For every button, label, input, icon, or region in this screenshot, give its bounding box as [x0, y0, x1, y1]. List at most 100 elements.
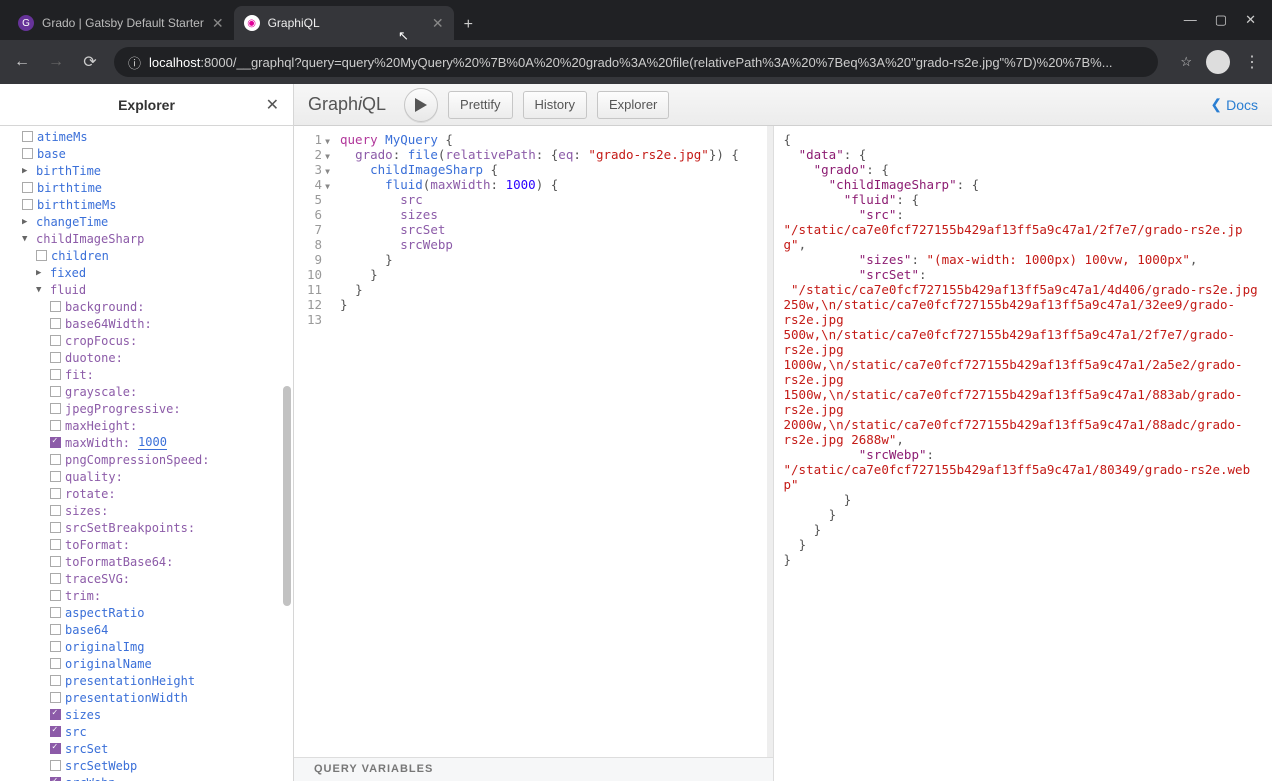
tree-item[interactable]: base: [0, 145, 293, 162]
checkbox[interactable]: [50, 590, 61, 601]
tree-item[interactable]: sizes: [0, 706, 293, 723]
tree-item[interactable]: atimeMs: [0, 128, 293, 145]
code-line[interactable]: srcWebp: [340, 237, 759, 252]
tree-item[interactable]: presentationHeight: [0, 672, 293, 689]
result-viewer[interactable]: { "data": { "grado": { "childImageSharp"…: [774, 126, 1272, 781]
chevron-down-icon[interactable]: ▼: [22, 234, 32, 244]
tree-item[interactable]: presentationWidth: [0, 689, 293, 706]
chevron-right-icon[interactable]: ▶: [36, 268, 46, 278]
tree-item[interactable]: rotate:: [0, 485, 293, 502]
checkbox[interactable]: [22, 131, 33, 142]
tree-item[interactable]: ▶birthTime: [0, 162, 293, 179]
checkbox[interactable]: [50, 658, 61, 669]
checkbox[interactable]: [50, 760, 61, 771]
tree-item[interactable]: base64Width:: [0, 315, 293, 332]
explorer-button[interactable]: Explorer: [597, 91, 669, 119]
code-line[interactable]: sizes: [340, 207, 759, 222]
tree-item[interactable]: srcWebp: [0, 774, 293, 781]
browser-tab[interactable]: ◉GraphiQL✕: [234, 6, 454, 40]
prettify-button[interactable]: Prettify: [448, 91, 512, 119]
forward-button[interactable]: →: [46, 53, 66, 71]
checkbox[interactable]: [50, 471, 61, 482]
execute-button[interactable]: [404, 88, 438, 122]
tree-item[interactable]: traceSVG:: [0, 570, 293, 587]
tab-close-icon[interactable]: ✕: [432, 15, 444, 32]
docs-button[interactable]: ❮ Docs: [1210, 96, 1258, 113]
tree-item[interactable]: originalName: [0, 655, 293, 672]
checkbox[interactable]: [22, 182, 33, 193]
tree-item[interactable]: ▶changeTime: [0, 213, 293, 230]
tree-item[interactable]: srcSetWebp: [0, 757, 293, 774]
explorer-tree[interactable]: atimeMsbase▶birthTimebirthtimebirthtimeM…: [0, 126, 293, 781]
tree-item[interactable]: fit:: [0, 366, 293, 383]
checkbox[interactable]: [50, 386, 61, 397]
checkbox[interactable]: [50, 573, 61, 584]
code-line[interactable]: grado: file(relativePath: {eq: "grado-rs…: [340, 147, 759, 162]
tree-item[interactable]: src: [0, 723, 293, 740]
tree-item[interactable]: trim:: [0, 587, 293, 604]
tree-item[interactable]: children: [0, 247, 293, 264]
code-line[interactable]: srcSet: [340, 222, 759, 237]
close-window-button[interactable]: ✕: [1245, 12, 1256, 28]
tab-close-icon[interactable]: ✕: [212, 15, 224, 32]
tree-item[interactable]: toFormatBase64:: [0, 553, 293, 570]
minimize-button[interactable]: —: [1184, 12, 1197, 28]
tree-item[interactable]: sizes:: [0, 502, 293, 519]
profile-avatar[interactable]: [1206, 50, 1230, 74]
fold-icon[interactable]: ▼: [325, 179, 330, 194]
tree-item[interactable]: pngCompressionSpeed:: [0, 451, 293, 468]
explorer-close-icon[interactable]: ✕: [266, 95, 279, 115]
checkbox[interactable]: [50, 420, 61, 431]
checkbox[interactable]: [50, 318, 61, 329]
code-line[interactable]: src: [340, 192, 759, 207]
checkbox[interactable]: [22, 148, 33, 159]
code-line[interactable]: }: [340, 297, 759, 312]
browser-tab[interactable]: GGrado | Gatsby Default Starter✕: [8, 6, 234, 40]
tree-item[interactable]: srcSet: [0, 740, 293, 757]
code-line[interactable]: }: [340, 282, 759, 297]
tree-item[interactable]: jpegProgressive:: [0, 400, 293, 417]
checkbox[interactable]: [50, 403, 61, 414]
checkbox[interactable]: [50, 777, 61, 781]
checkbox[interactable]: [50, 743, 61, 754]
fold-icon[interactable]: ▼: [325, 149, 330, 164]
tree-item[interactable]: toFormat:: [0, 536, 293, 553]
checkbox[interactable]: [50, 726, 61, 737]
tree-item[interactable]: base64: [0, 621, 293, 638]
tree-item[interactable]: originalImg: [0, 638, 293, 655]
chevron-right-icon[interactable]: ▶: [22, 217, 32, 227]
code-line[interactable]: }: [340, 267, 759, 282]
fold-icon[interactable]: ▼: [325, 164, 330, 179]
tree-item[interactable]: quality:: [0, 468, 293, 485]
checkbox[interactable]: [50, 454, 61, 465]
checkbox[interactable]: [50, 641, 61, 652]
checkbox[interactable]: [50, 675, 61, 686]
tree-item[interactable]: background:: [0, 298, 293, 315]
checkbox[interactable]: [50, 709, 61, 720]
tree-item[interactable]: aspectRatio: [0, 604, 293, 621]
url-field[interactable]: ⓘ localhost:8000/__graphql?query=query%2…: [114, 47, 1158, 77]
checkbox[interactable]: [50, 488, 61, 499]
checkbox[interactable]: [50, 335, 61, 346]
query-editor[interactable]: 1▼2▼3▼4▼5678910111213 query MyQuery { gr…: [294, 126, 773, 757]
tree-item[interactable]: maxHeight:: [0, 417, 293, 434]
checkbox[interactable]: [50, 352, 61, 363]
code-line[interactable]: query MyQuery {: [340, 132, 759, 147]
checkbox[interactable]: [50, 505, 61, 516]
fold-icon[interactable]: ▼: [325, 134, 330, 149]
tree-item-value[interactable]: 1000: [138, 435, 167, 450]
code-line[interactable]: [340, 312, 759, 327]
bookmark-icon[interactable]: ☆: [1180, 54, 1192, 70]
checkbox[interactable]: [36, 250, 47, 261]
reload-button[interactable]: ⟳: [80, 52, 100, 72]
tree-item[interactable]: maxWidth: 1000: [0, 434, 293, 451]
tree-item[interactable]: birthtime: [0, 179, 293, 196]
tree-item[interactable]: ▼fluid: [0, 281, 293, 298]
tree-item[interactable]: birthtimeMs: [0, 196, 293, 213]
checkbox[interactable]: [50, 556, 61, 567]
site-info-icon[interactable]: ⓘ: [128, 53, 141, 72]
checkbox[interactable]: [50, 607, 61, 618]
new-tab-button[interactable]: +: [454, 10, 483, 40]
checkbox[interactable]: [50, 369, 61, 380]
checkbox[interactable]: [50, 692, 61, 703]
